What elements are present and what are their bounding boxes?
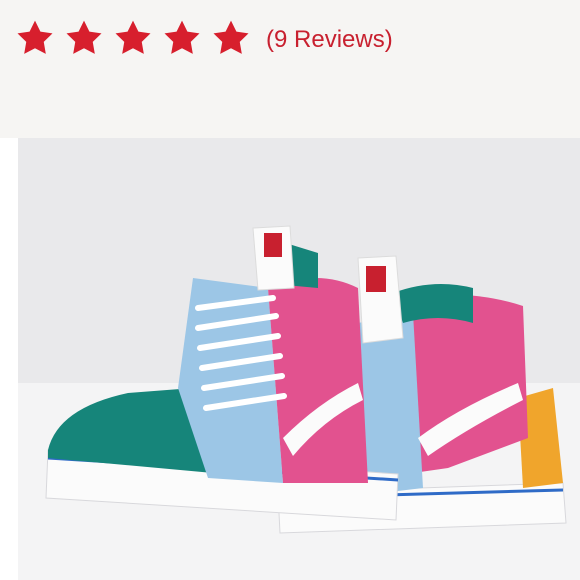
product-image <box>18 138 580 580</box>
sneaker-photo <box>18 138 580 580</box>
star-icon <box>210 18 252 60</box>
star-icon <box>112 18 154 60</box>
star-icon <box>161 18 203 60</box>
star-rating[interactable] <box>14 18 259 60</box>
review-count-link[interactable]: (9 Reviews) <box>266 20 393 60</box>
star-icon <box>63 18 105 60</box>
star-icon <box>14 18 56 60</box>
rating-bar: (9 Reviews) <box>0 0 580 138</box>
